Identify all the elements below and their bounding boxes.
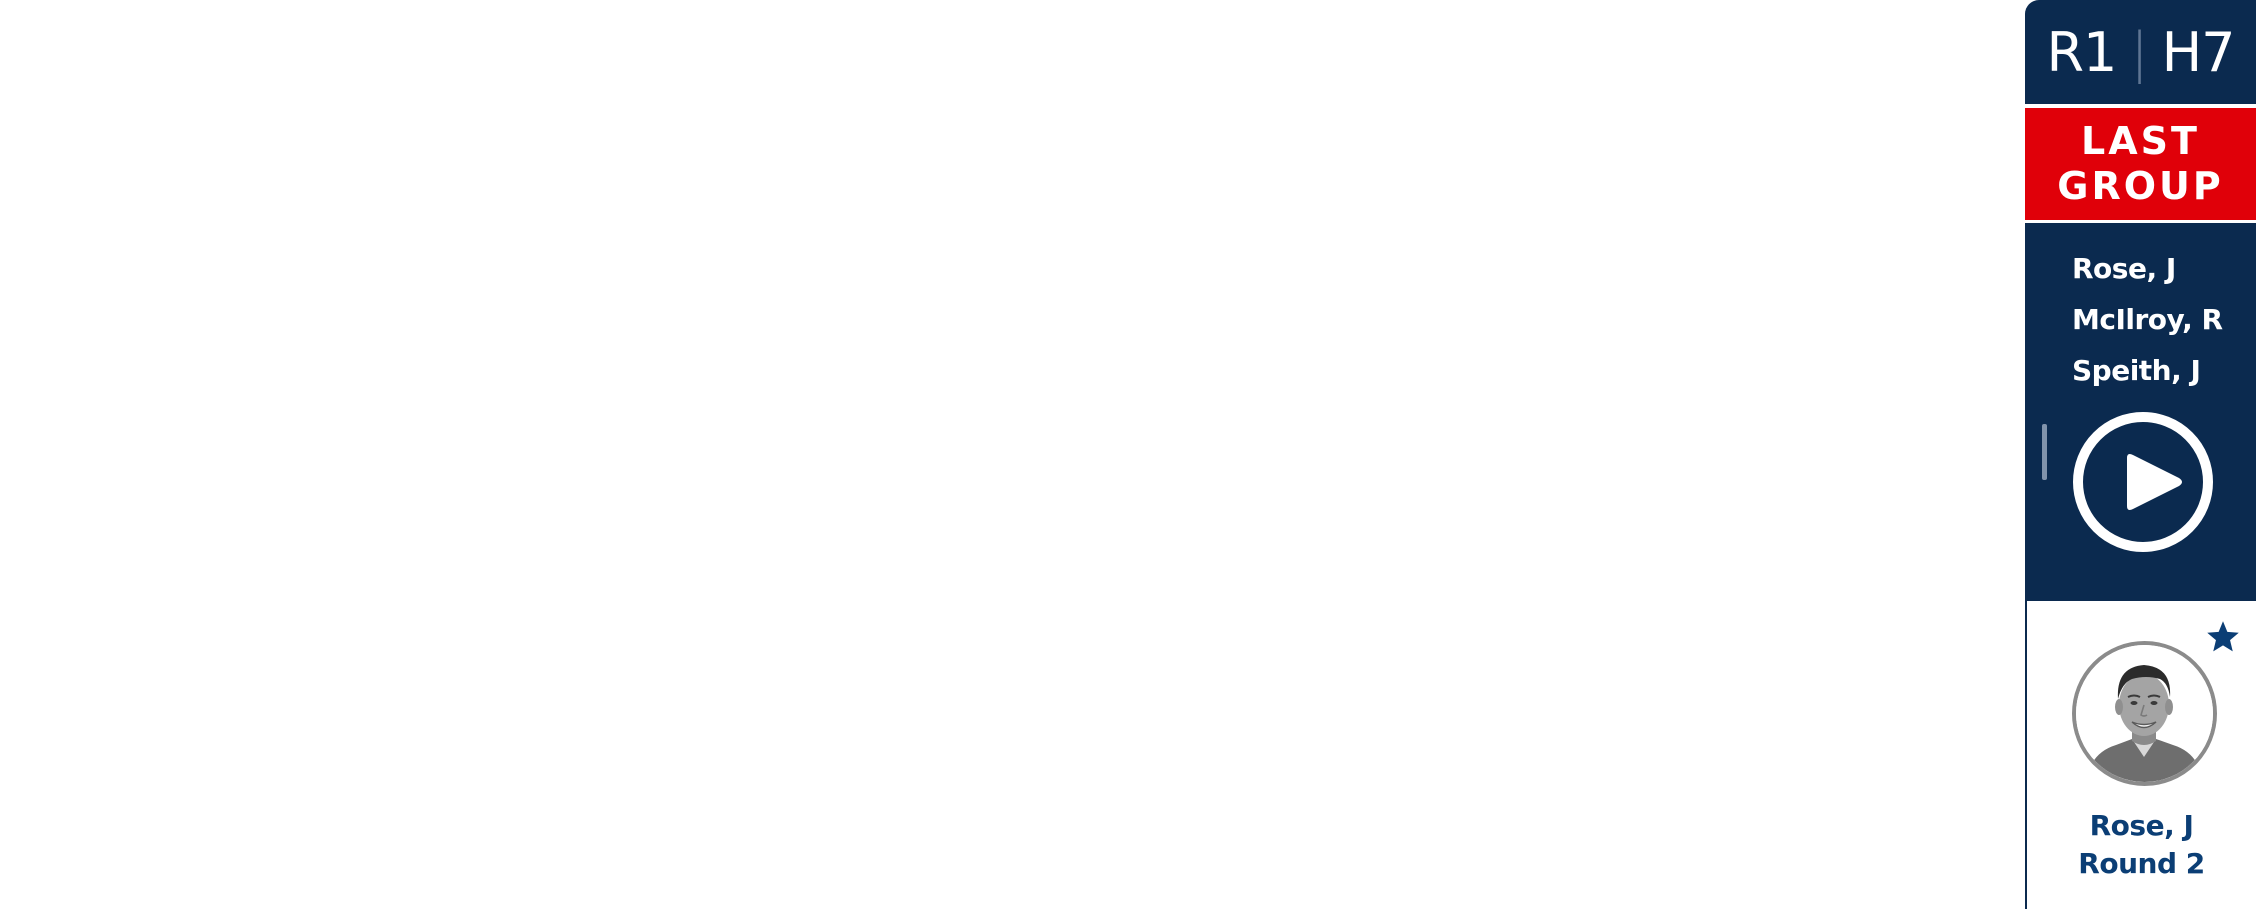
player-name: Rose, J [2072,252,2176,285]
round-hole-separator: | [2130,20,2148,84]
round-hole-header: R1 | H7 [2025,0,2256,104]
last-group-line-2: GROUP [2057,164,2224,208]
hole-label: H7 [2161,20,2236,84]
player-list: Rose, J McIlroy, R Speith, J [2072,243,2223,396]
player-profile-card[interactable]: Rose, J Round 2 [2025,601,2256,909]
profile-round-label: Round 2 [2078,847,2205,880]
player-headshot [2076,645,2213,782]
profile-player-name: Rose, J [2089,809,2194,842]
scroll-indicator[interactable] [2042,424,2047,480]
round-label: R1 [2046,20,2117,84]
stage: R1 | H7 LAST GROUP Rose, J McIlroy, R Sp… [0,0,2256,909]
avatar [2072,641,2217,786]
star-icon[interactable] [2205,619,2241,655]
play-icon [2127,454,2182,510]
last-group-badge: LAST GROUP [2025,108,2256,220]
player-name: McIlroy, R [2072,303,2223,336]
group-panel: Rose, J McIlroy, R Speith, J [2025,223,2256,601]
group-sidebar: R1 | H7 LAST GROUP Rose, J McIlroy, R Sp… [2025,0,2256,909]
play-button[interactable] [2073,412,2213,552]
player-name: Speith, J [2072,354,2201,387]
last-group-line-1: LAST [2081,119,2200,163]
